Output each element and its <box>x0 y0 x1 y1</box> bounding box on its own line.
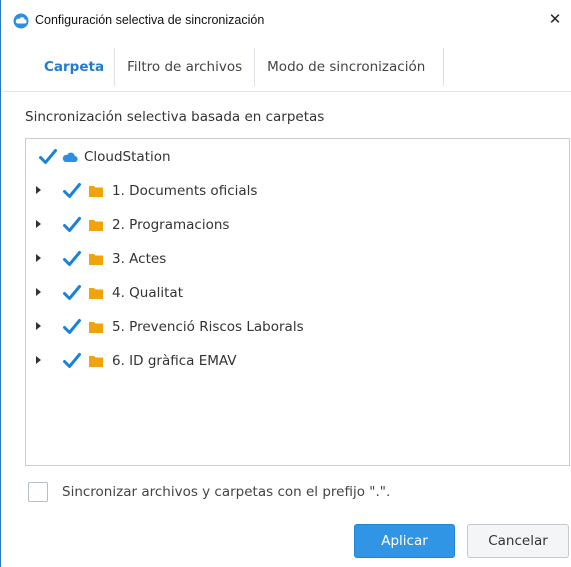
folder-checkbox[interactable] <box>62 283 82 303</box>
folder-checkbox[interactable] <box>62 215 82 235</box>
prefix-option-label: Sincronizar archivos y carpetas con el p… <box>62 484 391 500</box>
close-button[interactable]: ✕ <box>545 8 565 30</box>
root-checkbox[interactable] <box>38 147 58 167</box>
folder-label: 2. Programacions <box>112 217 230 233</box>
expand-arrow-icon[interactable] <box>36 254 41 262</box>
folder-checkbox[interactable] <box>62 351 82 371</box>
tab-modo-de-sincronizacion[interactable]: Modo de sincronización <box>255 48 445 86</box>
expand-arrow-icon[interactable] <box>36 186 41 194</box>
expand-arrow-icon[interactable] <box>36 220 41 228</box>
folder-checkbox[interactable] <box>62 317 82 337</box>
tree-root-label: CloudStation <box>84 149 171 165</box>
cloud-icon <box>62 152 78 163</box>
cloud-station-icon <box>13 13 29 29</box>
folder-icon <box>89 322 103 333</box>
folder-label: 5. Prevenció Riscos Laborals <box>112 319 304 335</box>
expand-arrow-icon[interactable] <box>36 322 41 330</box>
folder-icon <box>89 356 103 367</box>
tree-folder-row: 6. ID gràfica EMAV <box>26 349 569 373</box>
folder-icon <box>89 220 103 231</box>
tree-folder-row: 5. Prevenció Riscos Laborals <box>26 315 569 339</box>
folder-label: 3. Actes <box>112 251 167 267</box>
title-bar: Configuración selectiva de sincronizació… <box>2 0 571 42</box>
apply-button[interactable]: Aplicar <box>354 524 455 558</box>
tree-folder-row: 3. Actes <box>26 247 569 271</box>
tab-carpeta[interactable]: Carpeta <box>22 48 116 86</box>
cancel-button[interactable]: Cancelar <box>467 524 569 558</box>
tree-folder-row: 4. Qualitat <box>26 281 569 305</box>
tab-divider <box>2 91 571 92</box>
folder-tree: CloudStation 1. Documents oficials 2. Pr… <box>25 138 570 466</box>
folder-icon <box>89 288 103 299</box>
tree-folder-row: 1. Documents oficials <box>26 179 569 203</box>
folder-icon <box>89 186 103 197</box>
folder-checkbox[interactable] <box>62 249 82 269</box>
close-icon: ✕ <box>548 10 562 28</box>
folder-icon <box>89 254 103 265</box>
prefix-checkbox[interactable] <box>28 482 48 502</box>
window-title: Configuración selectiva de sincronizació… <box>35 13 265 27</box>
folder-label: 4. Qualitat <box>112 285 183 301</box>
expand-arrow-icon[interactable] <box>36 288 41 296</box>
tab-bar: Carpeta Filtro de archivos Modo de sincr… <box>22 48 445 86</box>
tree-root-row: CloudStation <box>26 145 569 169</box>
tab-filtro-de-archivos[interactable]: Filtro de archivos <box>115 48 256 86</box>
tree-folder-row: 2. Programacions <box>26 213 569 237</box>
folder-label: 6. ID gràfica EMAV <box>112 353 237 369</box>
folder-checkbox[interactable] <box>62 181 82 201</box>
sync-dialog: Configuración selectiva de sincronizació… <box>0 0 571 567</box>
section-label: Sincronización selectiva basada en carpe… <box>25 109 325 125</box>
expand-arrow-icon[interactable] <box>36 356 41 364</box>
folder-label: 1. Documents oficials <box>112 183 258 199</box>
